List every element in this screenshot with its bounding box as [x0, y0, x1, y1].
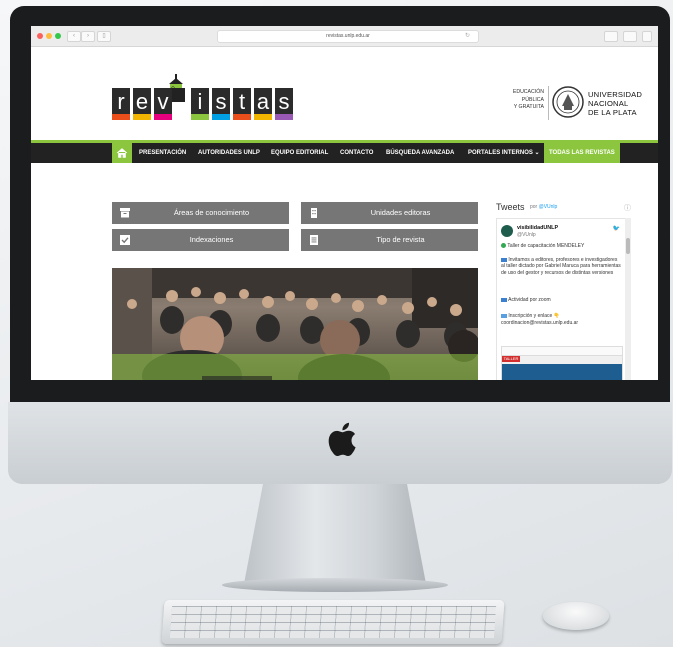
logo-letter-strip: [112, 114, 130, 120]
scrollbar[interactable]: [625, 218, 631, 380]
areas-button[interactable]: Áreas de conocimiento: [112, 202, 289, 224]
building-icon: [311, 208, 317, 218]
logo-letter-strip: [191, 114, 209, 120]
avatar[interactable]: [501, 225, 513, 237]
tabs-icon[interactable]: [623, 31, 637, 42]
menu-todas-las-revistas[interactable]: TODAS LAS REVISTAS: [544, 143, 620, 163]
logo-letter-strip: [275, 114, 293, 120]
logo-letter-strip: [254, 114, 272, 120]
forward-icon[interactable]: ›: [81, 31, 95, 42]
revistas-logo[interactable]: revistas UNLP: [112, 74, 293, 120]
university-branding[interactable]: EDUCACIÓN PÚBLICA Y GRATUITA UNIVERSIDAD…: [496, 84, 642, 124]
tipo-revista-button[interactable]: Tipo de revista: [301, 229, 478, 251]
menu-busqueda-avanzada[interactable]: BÚSQUEDA AVANZADA: [386, 143, 454, 163]
tweets-by-handle[interactable]: @VUnlp: [539, 204, 558, 210]
url-text: revistas.unlp.edu.ar: [326, 33, 370, 39]
logo-unlp-label: UNLP: [172, 85, 178, 102]
checkbox-icon: [120, 235, 130, 245]
logo-letter: r: [112, 88, 130, 120]
computer-icon: [501, 297, 507, 302]
university-divider: [548, 86, 549, 120]
menu-presentacion[interactable]: PRESENTACIÓN: [139, 143, 186, 163]
info-icon[interactable]: ⓘ: [624, 203, 631, 213]
tweet-card[interactable]: visibilidadUNLP @VUnlp 🐦 Taller de capac…: [496, 218, 626, 380]
monitor-stand-base: [222, 578, 448, 592]
monitor-stand: [243, 484, 427, 589]
document-icon: [310, 235, 318, 245]
address-bar[interactable]: revistas.unlp.edu.ar ↻: [217, 30, 479, 43]
twitter-widget: Tweets por @VUnlp ⓘ visibilidadUNLP @VUn…: [496, 202, 631, 380]
twitter-bird-icon[interactable]: 🐦: [613, 225, 620, 232]
university-seal-icon: [552, 86, 584, 118]
main-navigation: PRESENTACIÓN AUTORIDADES UNLP EQUIPO EDI…: [31, 140, 658, 163]
maximize-dot[interactable]: [55, 33, 61, 39]
browser-toolbar: ‹ › ▯ revistas.unlp.edu.ar ↻: [31, 26, 658, 47]
logo-letter: s: [212, 88, 230, 120]
home-button[interactable]: [112, 143, 132, 163]
menu-portales-internos[interactable]: PORTALES INTERNOS ⌄: [468, 143, 540, 163]
university-name: UNIVERSIDAD NACIONAL DE LA PLATA: [588, 90, 643, 117]
indexaciones-button[interactable]: Indexaciones: [112, 229, 289, 251]
mouse: [543, 602, 609, 630]
close-dot[interactable]: [37, 33, 43, 39]
tweet-line-1: Taller de capacitación MENDELEY: [501, 243, 621, 249]
unidades-button[interactable]: Unidades editoras: [301, 202, 478, 224]
unidades-label: Unidades editoras: [370, 208, 431, 217]
minimize-dot[interactable]: [46, 33, 52, 39]
tweet-line-3: Actividad por zoom: [501, 297, 621, 303]
indexaciones-label: Indexaciones: [189, 235, 234, 244]
back-icon[interactable]: ‹: [67, 31, 81, 42]
areas-label: Áreas de conocimiento: [173, 208, 250, 217]
reload-icon[interactable]: ↻: [465, 31, 470, 42]
logo-letter-strip: [154, 114, 172, 120]
logo-letter-strip: [233, 114, 251, 120]
apple-logo-icon: [328, 422, 356, 457]
keyboard: [161, 600, 505, 644]
share-icon[interactable]: [604, 31, 618, 42]
green-circle-icon: [501, 243, 506, 249]
tweet-media-image[interactable]: TALLER: [501, 346, 623, 380]
tweet-line-2: Invitamos a editores, profesores e inves…: [501, 257, 621, 276]
tweets-title: Tweets: [496, 202, 525, 212]
sidebar-icon[interactable]: ▯: [97, 31, 111, 42]
media-tag: TALLER: [502, 356, 520, 362]
tweet-line-4: Inscripción y enlace 👇: [501, 313, 621, 319]
logo-letter-strip: [133, 114, 151, 120]
tweet-account-handle[interactable]: @VUnlp: [517, 232, 536, 238]
logo-letter: i: [191, 88, 209, 120]
menu-contacto[interactable]: CONTACTO: [340, 143, 373, 163]
new-tab-icon[interactable]: [642, 31, 652, 42]
logo-letter: e: [133, 88, 151, 120]
logo-letter: t: [233, 88, 251, 120]
computer-icon: [501, 257, 507, 262]
logo-letters: revistas: [112, 88, 296, 120]
tweets-by: por @VUnlp: [530, 204, 558, 210]
menu-equipo-editorial[interactable]: EQUIPO EDITORIAL: [271, 143, 328, 163]
logo-letter: v: [154, 88, 172, 120]
logo-letter: s: [275, 88, 293, 120]
education-slogan: EDUCACIÓN PÚBLICA Y GRATUITA: [512, 89, 544, 110]
logo-letter-strip: [212, 114, 230, 120]
tipo-revista-label: Tipo de revista: [376, 235, 425, 244]
home-icon: [116, 148, 128, 158]
screen: ‹ › ▯ revistas.unlp.edu.ar ↻ revistas UN…: [31, 26, 658, 380]
tweet-account-name[interactable]: visibilidadUNLP: [517, 225, 558, 231]
archive-icon: [120, 208, 130, 218]
menu-autoridades[interactable]: AUTORIDADES UNLP: [198, 143, 260, 163]
tweet-email-link[interactable]: coordinacion@revistas.unlp.edu.ar: [501, 320, 621, 326]
logo-letter: a: [254, 88, 272, 120]
featured-photo-carousel[interactable]: [112, 268, 478, 380]
email-icon: [501, 313, 507, 318]
audience-photo: [112, 268, 478, 380]
